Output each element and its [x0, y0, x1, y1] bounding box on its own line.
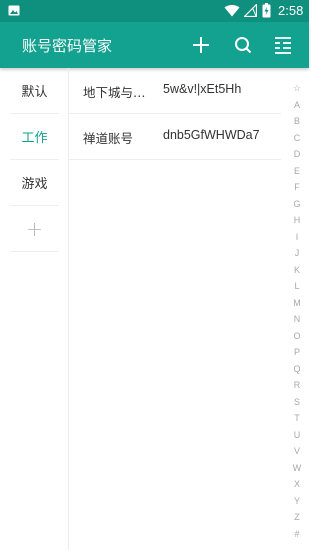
category-label: 默认: [21, 85, 48, 100]
category-sidebar: 默认 工作 游戏 +: [10, 68, 59, 550]
list-item[interactable]: 地下城与勇士 5w&v!|xEt5Hh: [69, 68, 281, 114]
plus-icon: +: [26, 216, 43, 241]
index-letter[interactable]: J: [289, 245, 305, 262]
app-title: 账号密码管家: [22, 37, 113, 55]
status-bar: 2:58: [0, 0, 309, 22]
index-letter[interactable]: F: [289, 179, 305, 196]
category-label: 工作: [21, 131, 48, 146]
account-name: 禅道账号: [83, 131, 134, 146]
index-letter[interactable]: M: [289, 295, 305, 312]
index-letter[interactable]: L: [289, 278, 305, 295]
index-letter[interactable]: T: [289, 410, 305, 427]
category-work[interactable]: 工作: [10, 114, 59, 160]
index-letter[interactable]: X: [289, 476, 305, 493]
index-letter[interactable]: A: [289, 97, 305, 114]
index-letter[interactable]: U: [289, 427, 305, 444]
category-default[interactable]: 默认: [10, 68, 59, 114]
index-letter[interactable]: #: [289, 526, 305, 543]
index-letter[interactable]: Z: [289, 509, 305, 526]
index-letter[interactable]: R: [289, 377, 305, 394]
index-letter[interactable]: ☆: [289, 80, 305, 97]
app-bar: 账号密码管家: [0, 22, 309, 68]
list-item[interactable]: 禅道账号 dnb5GfWHWDa7: [69, 114, 281, 160]
index-letter[interactable]: E: [289, 163, 305, 180]
index-letter[interactable]: Q: [289, 361, 305, 378]
add-category-button[interactable]: +: [10, 206, 59, 252]
index-letter[interactable]: G: [289, 196, 305, 213]
index-letter[interactable]: H: [289, 212, 305, 229]
index-letter[interactable]: C: [289, 130, 305, 147]
index-letter[interactable]: K: [289, 262, 305, 279]
search-icon[interactable]: [232, 34, 254, 56]
index-letter[interactable]: I: [289, 229, 305, 246]
index-letter[interactable]: D: [289, 146, 305, 163]
account-password: dnb5GfWHWDa7: [163, 128, 260, 142]
category-games[interactable]: 游戏: [10, 160, 59, 206]
index-letter[interactable]: N: [289, 311, 305, 328]
index-letter[interactable]: O: [289, 328, 305, 345]
alphabet-index[interactable]: ☆ A B C D E F G H I J K L M N O P Q R S T U V W X Y Z #: [289, 80, 305, 542]
account-list: 地下城与勇士 5w&v!|xEt5Hh 禅道账号 dnb5GfWHWDa7: [69, 68, 281, 160]
index-letter[interactable]: W: [289, 460, 305, 477]
category-label: 游戏: [21, 177, 48, 192]
wifi-icon: [224, 5, 240, 17]
battery-icon: [262, 3, 271, 18]
add-icon[interactable]: [190, 34, 212, 56]
menu-icon[interactable]: [273, 34, 295, 56]
index-letter[interactable]: V: [289, 443, 305, 460]
index-letter[interactable]: Y: [289, 493, 305, 510]
account-password: 5w&v!|xEt5Hh: [163, 82, 242, 96]
index-letter[interactable]: P: [289, 344, 305, 361]
index-letter[interactable]: S: [289, 394, 305, 411]
signal-icon: [244, 4, 257, 17]
image-icon: [8, 5, 20, 16]
status-time: 2:58: [278, 3, 304, 18]
account-name: 地下城与勇士: [83, 85, 151, 100]
index-letter[interactable]: B: [289, 113, 305, 130]
